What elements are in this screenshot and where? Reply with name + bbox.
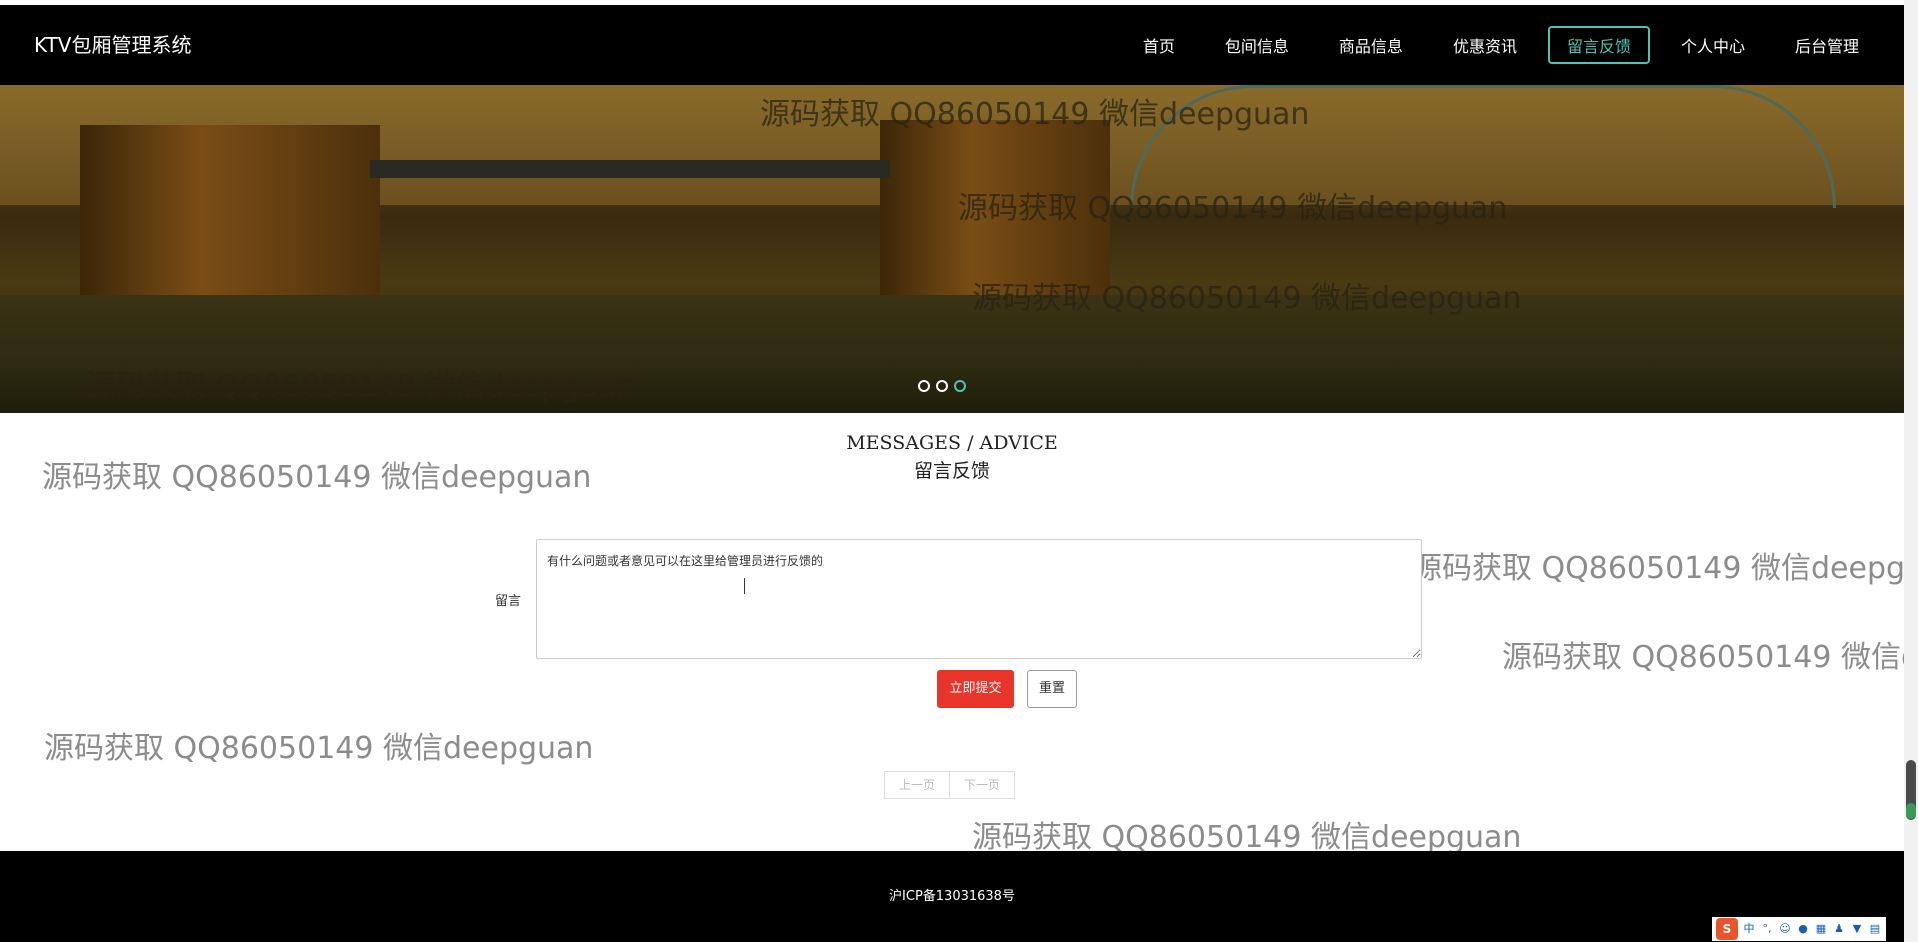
- watermark: 源码获取 QQ86050149 微信deepguan: [972, 820, 1522, 855]
- top-navbar: KTV包厢管理系统 首页 包间信息 商品信息 优惠资讯 留言反馈 个人中心 后台…: [0, 5, 1904, 85]
- bridge-deck: [370, 160, 890, 178]
- nav-item-home[interactable]: 首页: [1124, 26, 1194, 64]
- skin-icon[interactable]: ▼: [1850, 922, 1864, 936]
- watermark: 源码获取 QQ86050149 微信deepguan: [42, 460, 592, 495]
- ime-mode-label[interactable]: 中: [1742, 922, 1756, 936]
- watermark: 源码获取 QQ86050149 微信deepguan: [958, 191, 1508, 226]
- watermark: 源码获取 QQ86050149 微信deepguan: [1502, 640, 1918, 675]
- nav-item-products[interactable]: 商品信息: [1320, 26, 1422, 64]
- next-page-button[interactable]: 下一页: [950, 771, 1016, 799]
- carousel-dot-1[interactable]: [918, 380, 930, 392]
- section-title-en: MESSAGES / ADVICE: [846, 432, 1058, 454]
- nav-item-rooms[interactable]: 包间信息: [1206, 26, 1308, 64]
- nav-item-feedback[interactable]: 留言反馈: [1547, 26, 1650, 64]
- carousel-indicators: [918, 380, 966, 392]
- nav-item-admin[interactable]: 后台管理: [1776, 26, 1878, 64]
- pagination: 上一页 下一页: [884, 771, 1016, 799]
- carousel-dot-3[interactable]: [954, 380, 966, 392]
- watermark: 源码获取 QQ86050149 微信deepguan: [44, 731, 594, 766]
- nav-item-promotions[interactable]: 优惠资讯: [1434, 26, 1536, 64]
- watermark: 源码获取 QQ86050149 微信deepguan: [1412, 551, 1918, 586]
- message-label: 留言: [495, 594, 522, 609]
- emoji-icon[interactable]: ☺: [1778, 922, 1792, 936]
- nav-item-profile[interactable]: 个人中心: [1662, 26, 1764, 64]
- microphone-icon[interactable]: ●: [1796, 922, 1810, 936]
- user-icon[interactable]: ♟: [1832, 922, 1846, 936]
- sogou-logo-icon[interactable]: S: [1716, 918, 1738, 940]
- brand-title[interactable]: KTV包厢管理系统: [34, 5, 191, 85]
- page-scrollbar[interactable]: [1904, 0, 1918, 942]
- ime-toolbar[interactable]: S 中 °, ☺ ● ▦ ♟ ▼ ▤: [1712, 917, 1886, 941]
- keyboard-icon[interactable]: ▦: [1814, 922, 1828, 936]
- watermark: 源码获取 QQ86050149 微信deepguan: [86, 369, 636, 404]
- punctuation-icon[interactable]: °,: [1760, 922, 1774, 936]
- reset-button[interactable]: 重置: [1027, 670, 1077, 708]
- scrollbar-indicator: [1906, 803, 1916, 819]
- prev-page-button[interactable]: 上一页: [884, 771, 951, 799]
- main-nav: 首页 包间信息 商品信息 优惠资讯 留言反馈 个人中心 后台管理: [1112, 5, 1904, 85]
- banner-carousel[interactable]: 源码获取 QQ86050149 微信deepguan 源码获取 QQ860501…: [0, 85, 1904, 413]
- carousel-dot-2[interactable]: [936, 380, 948, 392]
- message-textarea[interactable]: [536, 539, 1422, 659]
- submit-button[interactable]: 立即提交: [937, 670, 1014, 708]
- watermark: 源码获取 QQ86050149 微信deepguan: [972, 281, 1522, 316]
- text-cursor: [744, 578, 747, 594]
- footer: 沪ICP备13031638号: [0, 851, 1904, 942]
- watermark: 源码获取 QQ86050149 微信deepguan: [760, 97, 1310, 132]
- grid-menu-icon[interactable]: ▤: [1868, 922, 1882, 936]
- footer-icp[interactable]: 沪ICP备13031638号: [889, 889, 1015, 904]
